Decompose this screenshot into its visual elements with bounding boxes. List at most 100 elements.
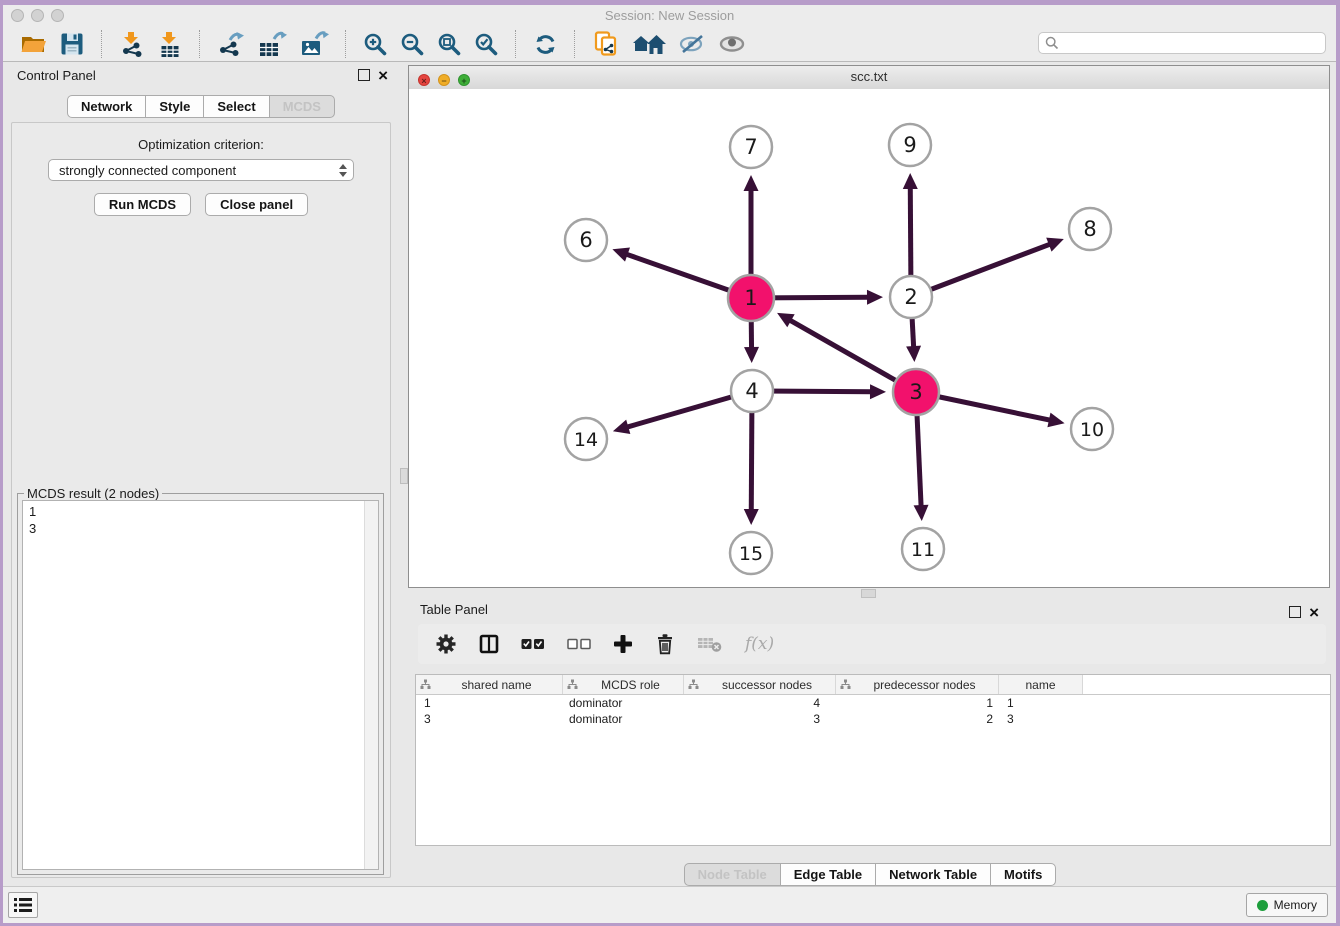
graph-node-label: 2	[904, 285, 917, 309]
column-header-successor-nodes[interactable]: successor nodes	[684, 675, 836, 694]
result-scrollbar[interactable]	[364, 501, 378, 869]
zoom-out-icon[interactable]	[400, 30, 425, 58]
dropdown-value: strongly connected component	[49, 163, 335, 178]
mcds-pane: Optimization criterion: strongly connect…	[11, 122, 391, 878]
export-image-icon[interactable]	[299, 30, 329, 58]
function-builder-icon: f(x)	[745, 634, 774, 654]
tab-edge-table[interactable]: Edge Table	[780, 863, 876, 886]
control-panel-title: Control Panel	[17, 68, 96, 83]
import-network-icon[interactable]	[119, 30, 145, 58]
column-label: MCDS role	[578, 678, 683, 692]
column-header-MCDS-role[interactable]: MCDS role	[563, 675, 684, 694]
vertical-split-divider[interactable]	[399, 62, 408, 887]
table-row[interactable]: 1dominator411	[416, 695, 1330, 711]
column-label: successor nodes	[699, 678, 835, 692]
network-graph: 7968124314101511	[409, 89, 1329, 587]
toolbar-separator	[574, 30, 576, 58]
tab-network[interactable]: Network	[67, 95, 146, 118]
column-header-predecessor-nodes[interactable]: predecessor nodes	[836, 675, 999, 694]
table-header-row: shared name MCDS role successor nodes prede…	[416, 675, 1330, 695]
table-close-panel-icon[interactable]: ×	[1309, 608, 1319, 618]
delete-table-icon	[697, 635, 723, 653]
graph-node-label: 14	[574, 429, 598, 451]
copy-network-icon[interactable]	[592, 30, 620, 58]
table-row[interactable]: 3dominator323	[416, 711, 1330, 727]
zoom-in-icon[interactable]	[363, 30, 388, 58]
save-session-icon[interactable]	[59, 30, 85, 58]
settings-gear-icon[interactable]	[435, 633, 457, 655]
refresh-icon[interactable]	[533, 30, 558, 58]
edge-2-8[interactable]	[911, 244, 1051, 297]
show-all-icon[interactable]	[718, 30, 746, 58]
tab-style[interactable]: Style	[145, 95, 204, 118]
add-row-icon[interactable]	[613, 634, 633, 654]
status-bar: Memory	[3, 886, 1336, 923]
delete-row-icon[interactable]	[655, 633, 675, 655]
column-header-name[interactable]: name	[999, 675, 1083, 694]
vertical-split-handle[interactable]	[400, 468, 408, 484]
edge-arrowhead	[744, 347, 759, 363]
node-table[interactable]: shared name MCDS role successor nodes prede…	[415, 674, 1331, 846]
search-field[interactable]	[1038, 32, 1326, 54]
graph-node-label: 3	[909, 380, 922, 404]
tab-motifs[interactable]: Motifs	[990, 863, 1056, 886]
toolbar-separator	[101, 30, 103, 58]
tab-select[interactable]: Select	[203, 95, 269, 118]
mcds-result-lines: 13	[29, 503, 36, 537]
show-column-icon[interactable]	[479, 634, 499, 654]
table-float-panel-icon[interactable]	[1289, 606, 1301, 618]
graph-node-label: 8	[1083, 217, 1096, 241]
close-panel-button[interactable]: Close panel	[205, 193, 308, 216]
zoom-selected-icon[interactable]	[474, 30, 499, 58]
table-panel-title: Table Panel	[420, 602, 488, 617]
memory-status-icon	[1257, 900, 1268, 911]
window-title: Session: New Session	[3, 8, 1336, 23]
tree-icon	[567, 679, 578, 690]
zoom-fit-icon[interactable]	[437, 30, 462, 58]
tab-network-table[interactable]: Network Table	[875, 863, 991, 886]
hide-selected-icon[interactable]	[678, 30, 706, 58]
toolbar-separator	[515, 30, 517, 58]
deselect-all-icon[interactable]	[567, 638, 591, 650]
table-cell: 3	[999, 712, 1083, 726]
mcds-result-textarea[interactable]: 13	[22, 500, 379, 870]
memory-button[interactable]: Memory	[1246, 893, 1328, 917]
run-mcds-button[interactable]: Run MCDS	[94, 193, 191, 216]
toolbar-separator	[199, 30, 201, 58]
column-label: name	[999, 678, 1082, 692]
table-cell: 1	[416, 696, 563, 710]
dropdown-stepper-icon	[335, 160, 351, 180]
table-panel: Table Panel ×	[408, 598, 1332, 887]
optimization-criterion-label: Optimization criterion:	[12, 137, 390, 152]
column-label: predecessor nodes	[851, 678, 998, 692]
main-toolbar	[3, 27, 1336, 62]
toolbar-separator	[345, 30, 347, 58]
memory-label: Memory	[1274, 898, 1317, 912]
export-table-icon[interactable]	[257, 30, 287, 58]
table-cell: 1	[836, 696, 999, 710]
open-session-icon[interactable]	[19, 30, 47, 58]
float-panel-icon[interactable]	[358, 69, 370, 81]
close-panel-icon[interactable]: ×	[378, 71, 388, 81]
search-input[interactable]	[1059, 35, 1325, 51]
tab-node-table[interactable]: Node Table	[684, 863, 781, 886]
tree-icon	[420, 679, 431, 690]
main-area: Control Panel × NetworkStyleSelectMCDS O…	[3, 62, 1336, 887]
table-cell: 3	[684, 712, 836, 726]
graph-node-label: 6	[579, 228, 592, 252]
task-history-button[interactable]	[8, 892, 38, 918]
edge-arrowhead	[903, 173, 918, 189]
network-canvas[interactable]: 7968124314101511	[409, 89, 1329, 587]
table-cell: 2	[836, 712, 999, 726]
column-label: shared name	[431, 678, 562, 692]
home-layout-icon[interactable]	[632, 30, 666, 58]
horizontal-split-handle[interactable]	[861, 589, 876, 598]
column-header-shared-name[interactable]: shared name	[416, 675, 563, 694]
import-table-icon[interactable]	[157, 30, 183, 58]
mcds-result-title: MCDS result (2 nodes)	[24, 486, 162, 501]
export-network-icon[interactable]	[217, 30, 245, 58]
edge-arrowhead	[867, 290, 883, 305]
select-all-icon[interactable]	[521, 638, 545, 650]
tab-mcds[interactable]: MCDS	[269, 95, 335, 118]
optimization-criterion-dropdown[interactable]: strongly connected component	[48, 159, 354, 181]
